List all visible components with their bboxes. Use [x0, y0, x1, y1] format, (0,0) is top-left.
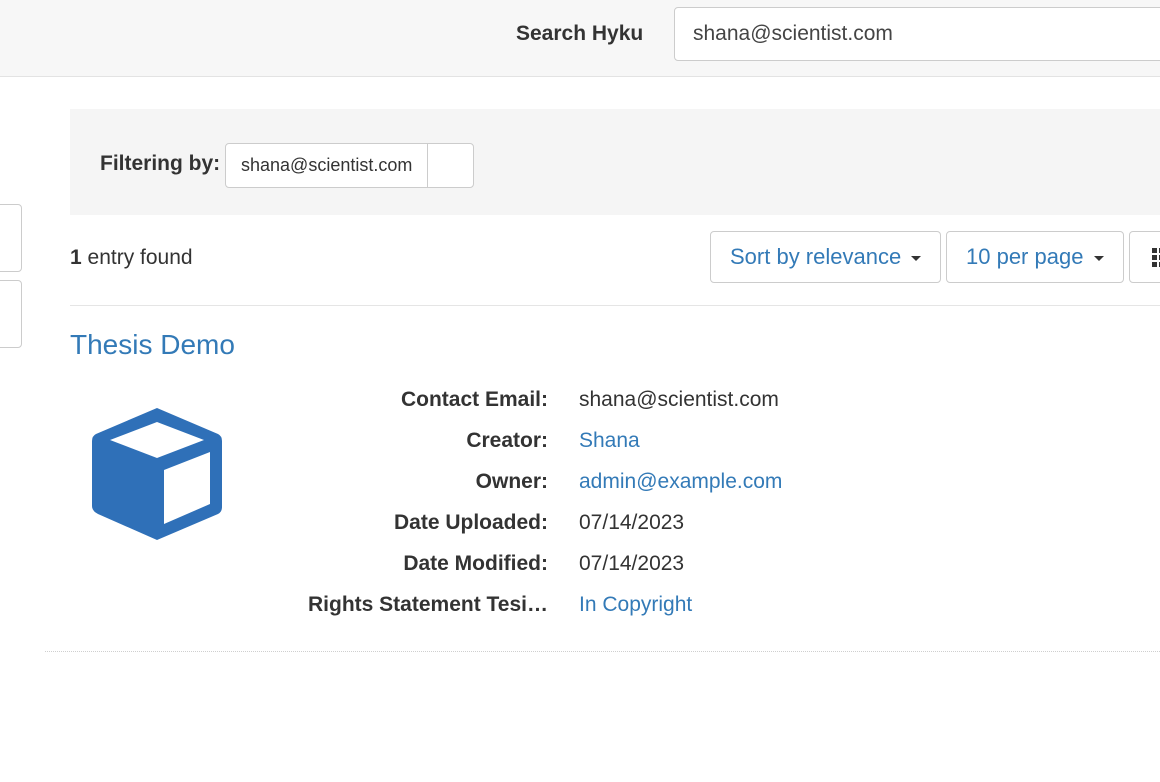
result-count-suffix: entry found: [81, 246, 193, 269]
per-page-dropdown-label: 10 per page: [966, 244, 1084, 269]
search-label: Search Hyku: [516, 22, 644, 45]
filter-chip: shana@scientist.com: [225, 143, 475, 188]
owner-link[interactable]: admin@example.com: [579, 470, 782, 494]
rights-statement-link[interactable]: In Copyright: [579, 593, 692, 617]
view-type-button[interactable]: [1129, 231, 1160, 283]
contact-email-label: Contact Email:: [400, 388, 548, 411]
meta-row-date-modified: Date Modified: 07/14/2023: [0, 552, 1160, 582]
constraints-panel: Filtering by: shana@scientist.com: [70, 109, 1160, 215]
result-count-number: 1: [70, 246, 82, 269]
top-navbar: Search Hyku: [0, 0, 1160, 77]
creator-label: Creator:: [466, 429, 548, 452]
per-page-dropdown-button[interactable]: 10 per page: [946, 231, 1124, 283]
caret-down-icon: [1093, 255, 1104, 261]
filter-label: Filtering by:: [100, 152, 221, 175]
result-separator: [45, 651, 1160, 652]
meta-row-creator: Creator: Shana: [0, 429, 1160, 459]
creator-link[interactable]: Shana: [579, 429, 640, 453]
date-uploaded-value: 07/14/2023: [579, 511, 685, 534]
result-title-link[interactable]: Thesis Demo: [70, 329, 235, 361]
facet-toggle-tab[interactable]: [0, 204, 22, 272]
sort-dropdown-button[interactable]: Sort by relevance: [710, 231, 942, 283]
meta-row-contact-email: Contact Email: shana@scientist.com: [0, 388, 1160, 418]
caret-down-icon: [911, 255, 922, 261]
result-count: 1 entry found: [70, 246, 193, 270]
rights-statement-label: Rights Statement Tesi…: [308, 593, 548, 616]
filter-chip-value[interactable]: shana@scientist.com: [226, 144, 429, 187]
remove-filter-button[interactable]: [428, 144, 473, 187]
search-input[interactable]: [674, 7, 1160, 61]
meta-row-rights-statement: Rights Statement Tesi… In Copyright: [0, 593, 1160, 623]
meta-row-owner: Owner: admin@example.com: [0, 470, 1160, 500]
date-modified-value: 07/14/2023: [579, 552, 685, 575]
owner-label: Owner:: [475, 470, 548, 493]
results-divider: [70, 305, 1160, 306]
meta-row-date-uploaded: Date Uploaded: 07/14/2023: [0, 511, 1160, 541]
grid-view-icon: [1152, 248, 1160, 267]
date-uploaded-label: Date Uploaded:: [393, 511, 548, 534]
date-modified-label: Date Modified:: [403, 552, 548, 575]
contact-email-value: shana@scientist.com: [579, 388, 779, 411]
facet-toggle-tab[interactable]: [0, 280, 22, 348]
sort-dropdown-label: Sort by relevance: [730, 244, 902, 269]
